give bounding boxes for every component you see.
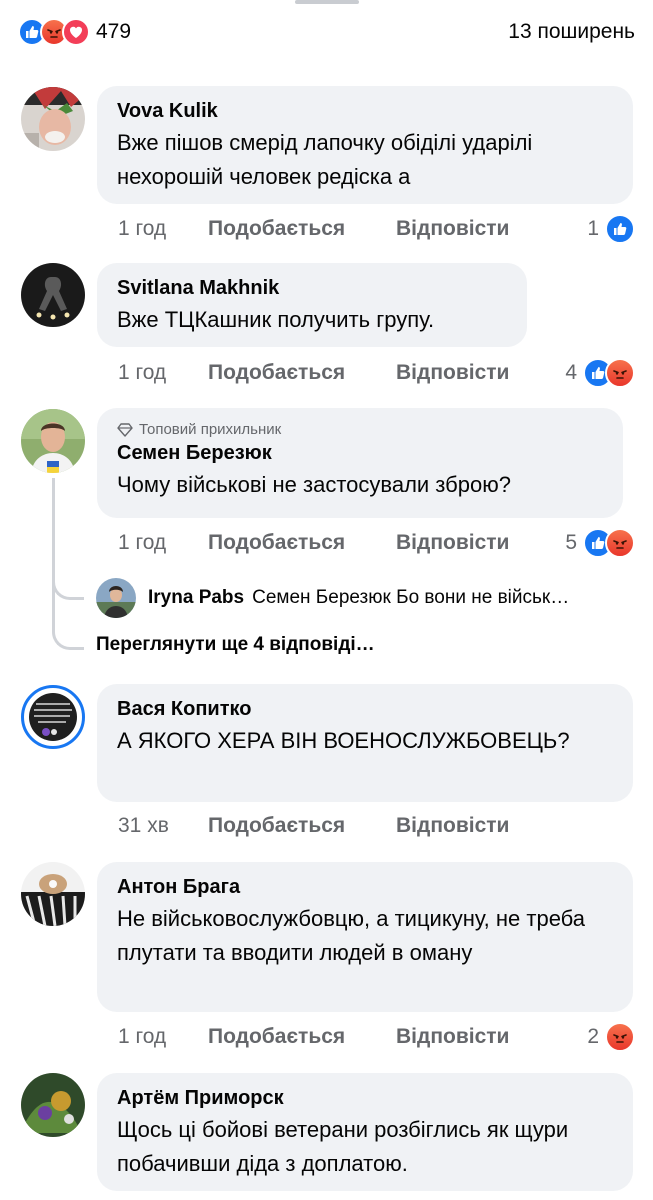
comment-reactions[interactable]: 5 — [565, 528, 635, 558]
reply-button[interactable]: Відповісти — [396, 814, 509, 838]
comment-text: Вже ТЦКашник получить групу. — [117, 307, 435, 332]
reaction-summary-bar: 479 13 поширень — [18, 14, 635, 50]
thread-connector — [52, 622, 84, 650]
comment-text: Чому військові не застосували зброю? — [117, 472, 511, 497]
avatar[interactable] — [21, 1073, 85, 1137]
comment-time[interactable]: 1 год — [118, 361, 208, 385]
like-button[interactable]: Подобається — [208, 361, 396, 385]
author-name[interactable]: Артём Приморск — [117, 1085, 613, 1111]
reply-button[interactable]: Відповісти — [396, 531, 509, 555]
reaction-count: 2 — [587, 1025, 599, 1048]
comment-bubble[interactable]: Svitlana Makhnik Вже ТЦКашник получить г… — [97, 263, 527, 347]
angry-icon — [605, 358, 635, 388]
reply-button[interactable]: Відповісти — [396, 1025, 509, 1049]
diamond-icon — [117, 423, 133, 437]
avatar[interactable] — [21, 685, 85, 749]
reaction-count: 1 — [587, 217, 599, 240]
comment-actions: 1 год Подобається Відповісти 4 — [118, 356, 635, 390]
comment-reactions[interactable]: 4 — [565, 358, 635, 388]
like-icon — [605, 214, 635, 244]
like-button[interactable]: Подобається — [208, 814, 396, 838]
reply-button[interactable]: Відповісти — [396, 217, 509, 241]
comment-time[interactable]: 1 год — [118, 217, 208, 241]
reaction-count: 5 — [565, 531, 577, 554]
comment-bubble[interactable]: Антон Брага Не військовослужбовцю, а тиц… — [97, 862, 633, 1012]
avatar[interactable] — [21, 263, 85, 327]
comment-actions: 1 год Подобається Відповісти 5 — [118, 526, 635, 560]
author-name[interactable]: Svitlana Makhnik — [117, 275, 507, 301]
comment-actions: 31 хв Подобається Відповісти — [118, 809, 635, 843]
view-more-replies[interactable]: Переглянути ще 4 відповіді… — [96, 634, 375, 656]
reply-text: Семен Березюк Бо вони не військ… — [252, 587, 570, 608]
reply-preview[interactable]: Iryna Pabs Семен Березюк Бо вони не війс… — [96, 578, 569, 618]
author-name[interactable]: Iryna Pabs — [148, 587, 244, 609]
avatar[interactable] — [96, 578, 136, 618]
avatar[interactable] — [21, 409, 85, 473]
drag-handle[interactable] — [295, 0, 359, 4]
reaction-summary[interactable]: 479 — [18, 18, 131, 46]
comment-text: Не військовослужбовцю, а тицикуну, не тр… — [117, 906, 586, 965]
angry-icon — [605, 1022, 635, 1052]
comment-time[interactable]: 1 год — [118, 1025, 208, 1049]
comment-time[interactable]: 31 хв — [118, 814, 208, 838]
author-name[interactable]: Vova Kulik — [117, 98, 613, 124]
comment-bubble[interactable]: Вася Копитко А ЯКОГО ХЕРА ВІН ВОЕНОСЛУЖБ… — [97, 684, 633, 802]
author-name[interactable]: Семен Березюк — [117, 440, 603, 466]
love-icon — [62, 18, 90, 46]
like-button[interactable]: Подобається — [208, 1025, 396, 1049]
badge-label: Топовий прихильник — [139, 421, 282, 438]
thread-line — [52, 478, 55, 632]
reaction-count: 479 — [96, 20, 132, 43]
thread-connector — [52, 572, 84, 600]
shares-count[interactable]: 13 поширень — [508, 20, 635, 44]
comment-time[interactable]: 1 год — [118, 531, 208, 555]
avatar[interactable] — [21, 862, 85, 926]
reaction-count: 4 — [565, 361, 577, 384]
comment-text: Щось ці бойові ветерани розбіглись як щу… — [117, 1117, 569, 1176]
comment-text: А ЯКОГО ХЕРА ВІН ВОЕНОСЛУЖБОВЕЦЬ? — [117, 728, 570, 753]
avatar[interactable] — [21, 87, 85, 151]
like-button[interactable]: Подобається — [208, 217, 396, 241]
comment-reactions[interactable]: 1 — [587, 214, 635, 244]
comment-text: Вже пішов смерід лапочку обіділі ударілі… — [117, 130, 533, 189]
comment-bubble[interactable]: Vova Kulik Вже пішов смерід лапочку обід… — [97, 86, 633, 204]
comment-actions: 1 год Подобається Відповісти 1 — [118, 212, 635, 246]
author-name[interactable]: Вася Копитко — [117, 696, 613, 722]
angry-icon — [605, 528, 635, 558]
reply-button[interactable]: Відповісти — [396, 361, 509, 385]
comment-reactions[interactable]: 2 — [587, 1022, 635, 1052]
comment-actions: 1 год Подобається Відповісти 2 — [118, 1020, 635, 1054]
top-fan-badge: Топовий прихильник — [117, 420, 603, 440]
comment-bubble[interactable]: Топовий прихильник Семен Березюк Чому ві… — [97, 408, 623, 518]
author-name[interactable]: Антон Брага — [117, 874, 613, 900]
comment-bubble[interactable]: Артём Приморск Щось ці бойові ветерани р… — [97, 1073, 633, 1191]
like-button[interactable]: Подобається — [208, 531, 396, 555]
